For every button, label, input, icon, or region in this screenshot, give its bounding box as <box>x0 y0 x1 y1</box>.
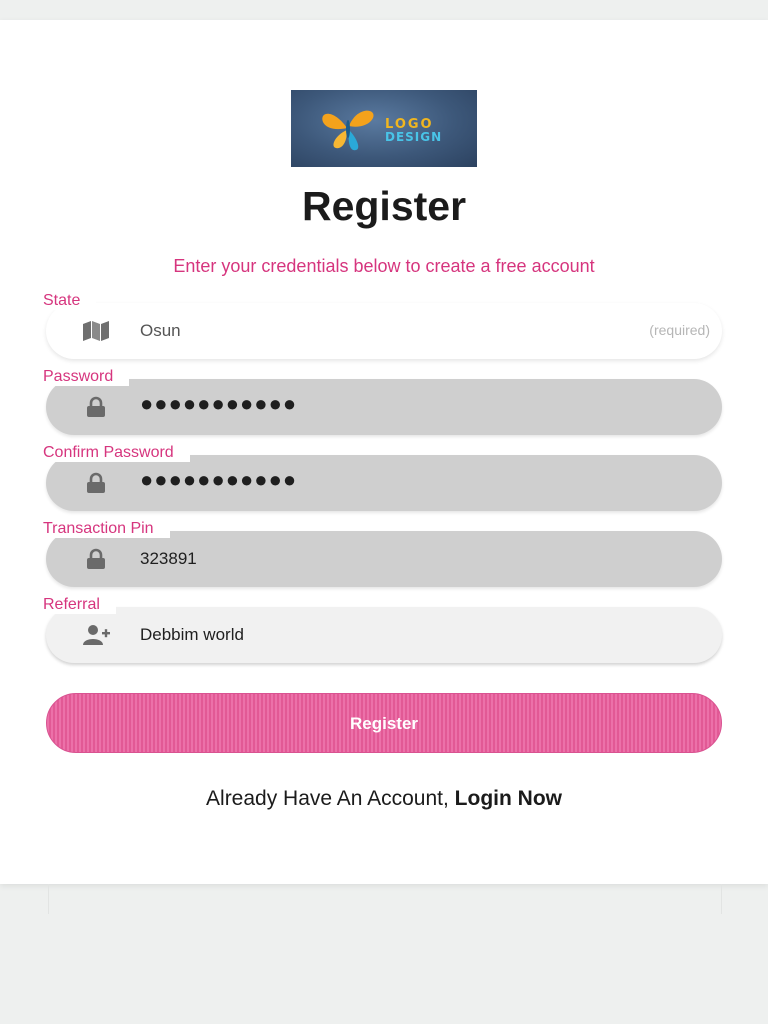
map-icon <box>83 321 109 341</box>
logo-text-secondary: DESIGN <box>385 130 443 144</box>
password-field[interactable]: ●●●●●●●●●●● <box>46 379 722 435</box>
register-button[interactable]: Register <box>46 693 722 753</box>
login-now-link[interactable]: Login Now <box>455 787 562 810</box>
password-value: ●●●●●●●●●●● <box>140 391 298 416</box>
referral-field[interactable]: Debbim world <box>46 607 722 663</box>
brand-logo: LOGO DESIGN <box>291 90 477 167</box>
lock-icon <box>87 472 105 493</box>
state-label: State <box>43 292 97 310</box>
confirm-password-field[interactable]: ●●●●●●●●●●● <box>46 455 722 511</box>
login-prompt-line: Already Have An Account, Login Now <box>0 787 768 811</box>
state-field[interactable]: Osun (required) <box>46 303 722 359</box>
login-prompt-text: Already Have An Account, <box>206 787 449 810</box>
transaction-pin-label: Transaction Pin <box>43 520 170 538</box>
page-title: Register <box>301 183 467 229</box>
card-footer-edge <box>48 884 722 914</box>
transaction-pin-value: 323891 <box>140 549 197 568</box>
password-label: Password <box>43 368 130 386</box>
page-subtitle: Enter your credentials below to create a… <box>173 256 595 276</box>
user-plus-icon <box>83 625 110 645</box>
referral-value: Debbim world <box>140 625 244 644</box>
lock-icon <box>87 548 105 569</box>
confirm-password-label: Confirm Password <box>43 444 190 462</box>
lock-icon <box>87 396 105 417</box>
register-card: LOGO DESIGN Register Enter your credenti… <box>0 20 768 884</box>
required-hint: (required) <box>649 322 710 338</box>
confirm-password-value: ●●●●●●●●●●● <box>140 467 298 492</box>
referral-label: Referral <box>43 596 116 614</box>
transaction-pin-field[interactable]: 323891 <box>46 531 722 587</box>
butterfly-logo-icon <box>322 110 374 151</box>
state-value: Osun <box>140 321 181 340</box>
